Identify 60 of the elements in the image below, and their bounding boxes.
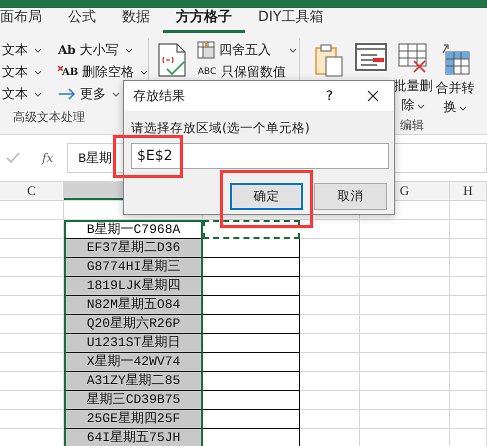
dialog-title: 存放结果 (133, 88, 185, 105)
table-cell[interactable]: U1231ST星期日 (64, 334, 203, 353)
help-button[interactable]: ? (326, 88, 333, 104)
table-cell[interactable]: 25GE星期四25F (64, 410, 203, 429)
table-cell[interactable]: N82M星期五O84 (64, 296, 203, 315)
ribbon-menu-button[interactable]: AB 删除空格 (56, 61, 150, 83)
text-menu-button[interactable]: 文本 (0, 61, 44, 83)
ribbon-button-label[interactable]: 合并转换 (434, 79, 476, 117)
table-cell[interactable] (203, 410, 300, 429)
clipboard-icon[interactable] (315, 43, 343, 77)
document-check-icon[interactable] (157, 43, 187, 77)
table-cell[interactable] (203, 258, 300, 277)
table-cell[interactable] (203, 353, 300, 372)
ribbon-tab[interactable]: 公式 (55, 8, 109, 33)
ribbon-tab[interactable]: 面布局 (0, 8, 55, 33)
merge-grid-icon[interactable] (440, 43, 470, 75)
text-menu-button[interactable]: 文本 (0, 83, 44, 105)
table-cell[interactable]: EF37星期二D36 (64, 239, 203, 258)
table-cell[interactable] (203, 277, 300, 296)
case-icon: Ab (58, 43, 76, 57)
dialog-button[interactable]: 取消 (314, 183, 387, 210)
table-cell[interactable]: Q20星期六R26P (64, 315, 203, 334)
form-icon[interactable] (355, 43, 387, 73)
table-cell[interactable]: G8774HI星期三 (64, 258, 203, 277)
arrow-icon (58, 88, 76, 100)
table-cell[interactable]: 64I星期五75JH (64, 429, 203, 446)
grid-icon (197, 41, 215, 59)
grid-delete-icon[interactable] (398, 43, 428, 73)
group-label: 编辑 (400, 117, 424, 134)
group-label: 高级文本处理 (13, 109, 85, 126)
text-menu-button[interactable]: 文本 (0, 39, 44, 61)
column-header[interactable]: H (450, 182, 487, 200)
ribbon-tab[interactable]: DIY工具箱 (245, 8, 336, 33)
ribbon-menu-button[interactable]: ABC 只保留数值 (195, 61, 299, 83)
table-cell[interactable] (203, 315, 300, 334)
table-cell[interactable]: X星期一42WV74 (64, 353, 203, 372)
table-cell[interactable]: A31ZY星期二85 (64, 372, 203, 391)
chevron-icon (34, 70, 42, 74)
table-cell[interactable] (203, 372, 300, 391)
ribbon-menu-button[interactable]: 四舍五入 (195, 39, 299, 61)
table-cell[interactable] (203, 334, 300, 353)
table-cell[interactable]: B星期一C7968A (64, 220, 203, 239)
table-cell[interactable] (203, 239, 300, 258)
table-cell[interactable] (203, 391, 300, 410)
ribbon-menu-button[interactable]: Ab 大小写 (56, 39, 150, 61)
abc-icon: ABC (197, 67, 217, 77)
range-input[interactable]: $E$2 (131, 143, 389, 169)
function-button[interactable]: fx (42, 151, 54, 165)
chevron-icon (34, 92, 42, 96)
annotation-box (113, 135, 183, 178)
chevron-icon (34, 48, 42, 52)
table-cell[interactable]: 星期三CD39B75 (64, 391, 203, 410)
table-cell[interactable] (203, 296, 300, 315)
table-cell[interactable]: 1819LJK星期四 (64, 277, 203, 296)
prompt-label: 请选择存放区域(选一个单元格) (131, 120, 311, 137)
table-cell[interactable] (203, 220, 300, 239)
check-icon[interactable] (6, 152, 20, 164)
ribbon-tab[interactable]: 数据 (109, 8, 163, 33)
close-icon[interactable] (366, 90, 379, 102)
dialog-button[interactable]: 确定 (230, 183, 303, 210)
